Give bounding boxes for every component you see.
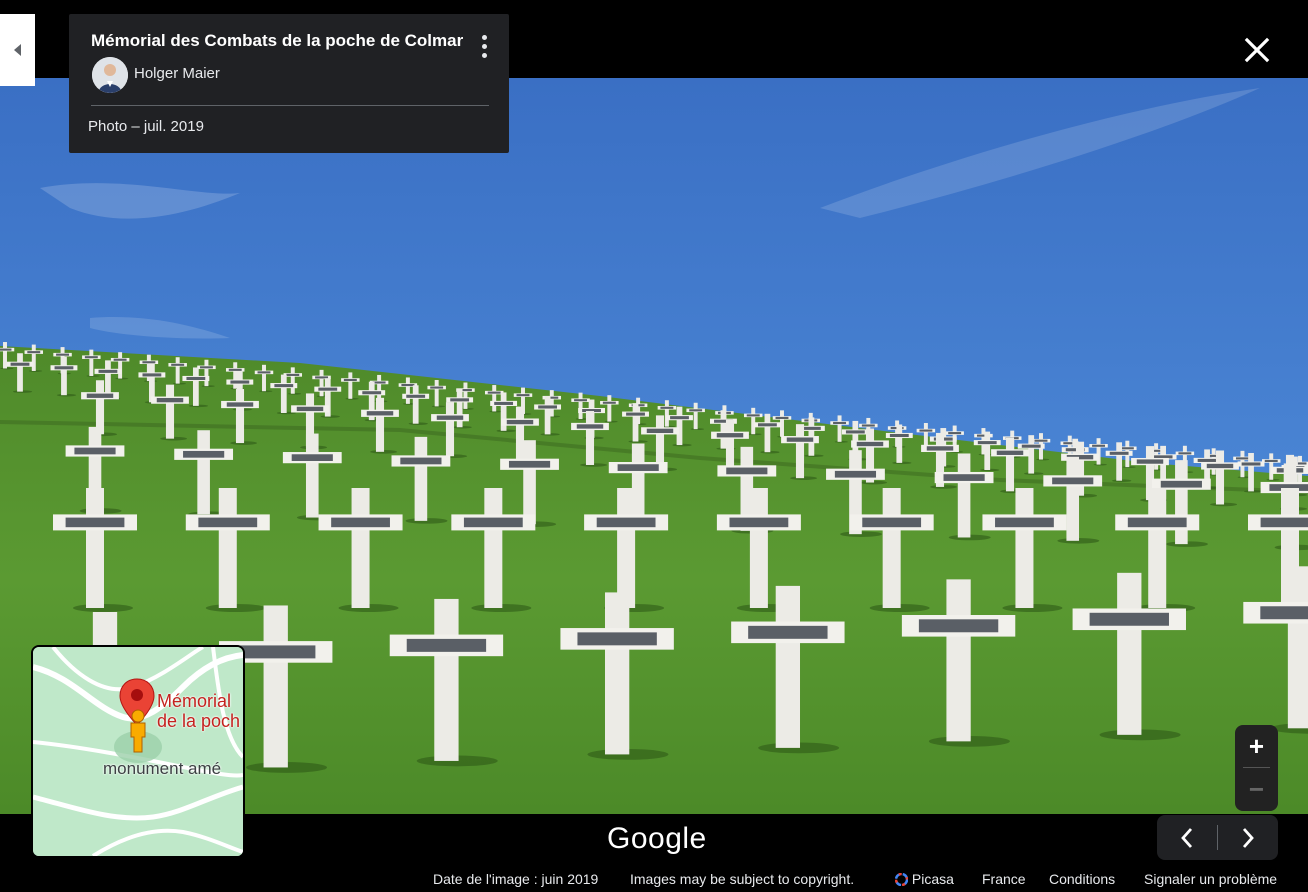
terms-link[interactable]: Conditions (1049, 871, 1115, 887)
country-link[interactable]: France (982, 871, 1026, 887)
google-logo: Google (607, 822, 707, 855)
footer: Date de l'image : juin 2019 Images may b… (0, 871, 1308, 891)
more-vert-icon (481, 34, 487, 40)
next-photo-button[interactable] (1218, 815, 1278, 860)
zoom-out-button[interactable]: − (1235, 768, 1278, 810)
zoom-in-button[interactable]: + (1235, 725, 1278, 767)
zoom-control: + − (1235, 725, 1278, 811)
image-date: Date de l'image : juin 2019 (433, 871, 599, 887)
photo-navigation (1157, 815, 1278, 860)
triangle-left-icon (13, 44, 21, 56)
more-options-button[interactable] (474, 32, 494, 60)
pegman-icon (130, 709, 146, 753)
chevron-left-icon (1181, 827, 1193, 848)
author-avatar[interactable] (92, 57, 128, 93)
report-problem-link[interactable]: Signaler un problème (1144, 871, 1277, 887)
copyright-notice: Images may be subject to copyright. (630, 871, 855, 887)
chevron-right-icon (1242, 827, 1254, 848)
minimap[interactable]: Mémorial de la poch monument amé (31, 645, 245, 858)
previous-photo-button[interactable] (1157, 815, 1217, 860)
picasa-icon (894, 872, 909, 887)
collapse-panel-button[interactable] (0, 14, 35, 86)
close-button[interactable] (1237, 30, 1277, 70)
author-name[interactable]: Holger Maier (134, 65, 220, 82)
map-nearby-label: monument amé (103, 759, 222, 778)
close-icon (1244, 37, 1270, 63)
place-title[interactable]: Mémorial des Combats de la poche de Colm… (91, 31, 463, 51)
card-divider (91, 105, 489, 106)
map-place-label: Mémorial de la poch (157, 691, 241, 731)
street-view-viewer[interactable]: Mémorial des Combats de la poche de Colm… (0, 0, 1308, 892)
provider-badge[interactable]: Picasa (894, 871, 954, 887)
info-card: Mémorial des Combats de la poche de Colm… (69, 14, 509, 153)
photo-date: Photo – juil. 2019 (88, 118, 204, 135)
provider-label: Picasa (911, 871, 954, 887)
